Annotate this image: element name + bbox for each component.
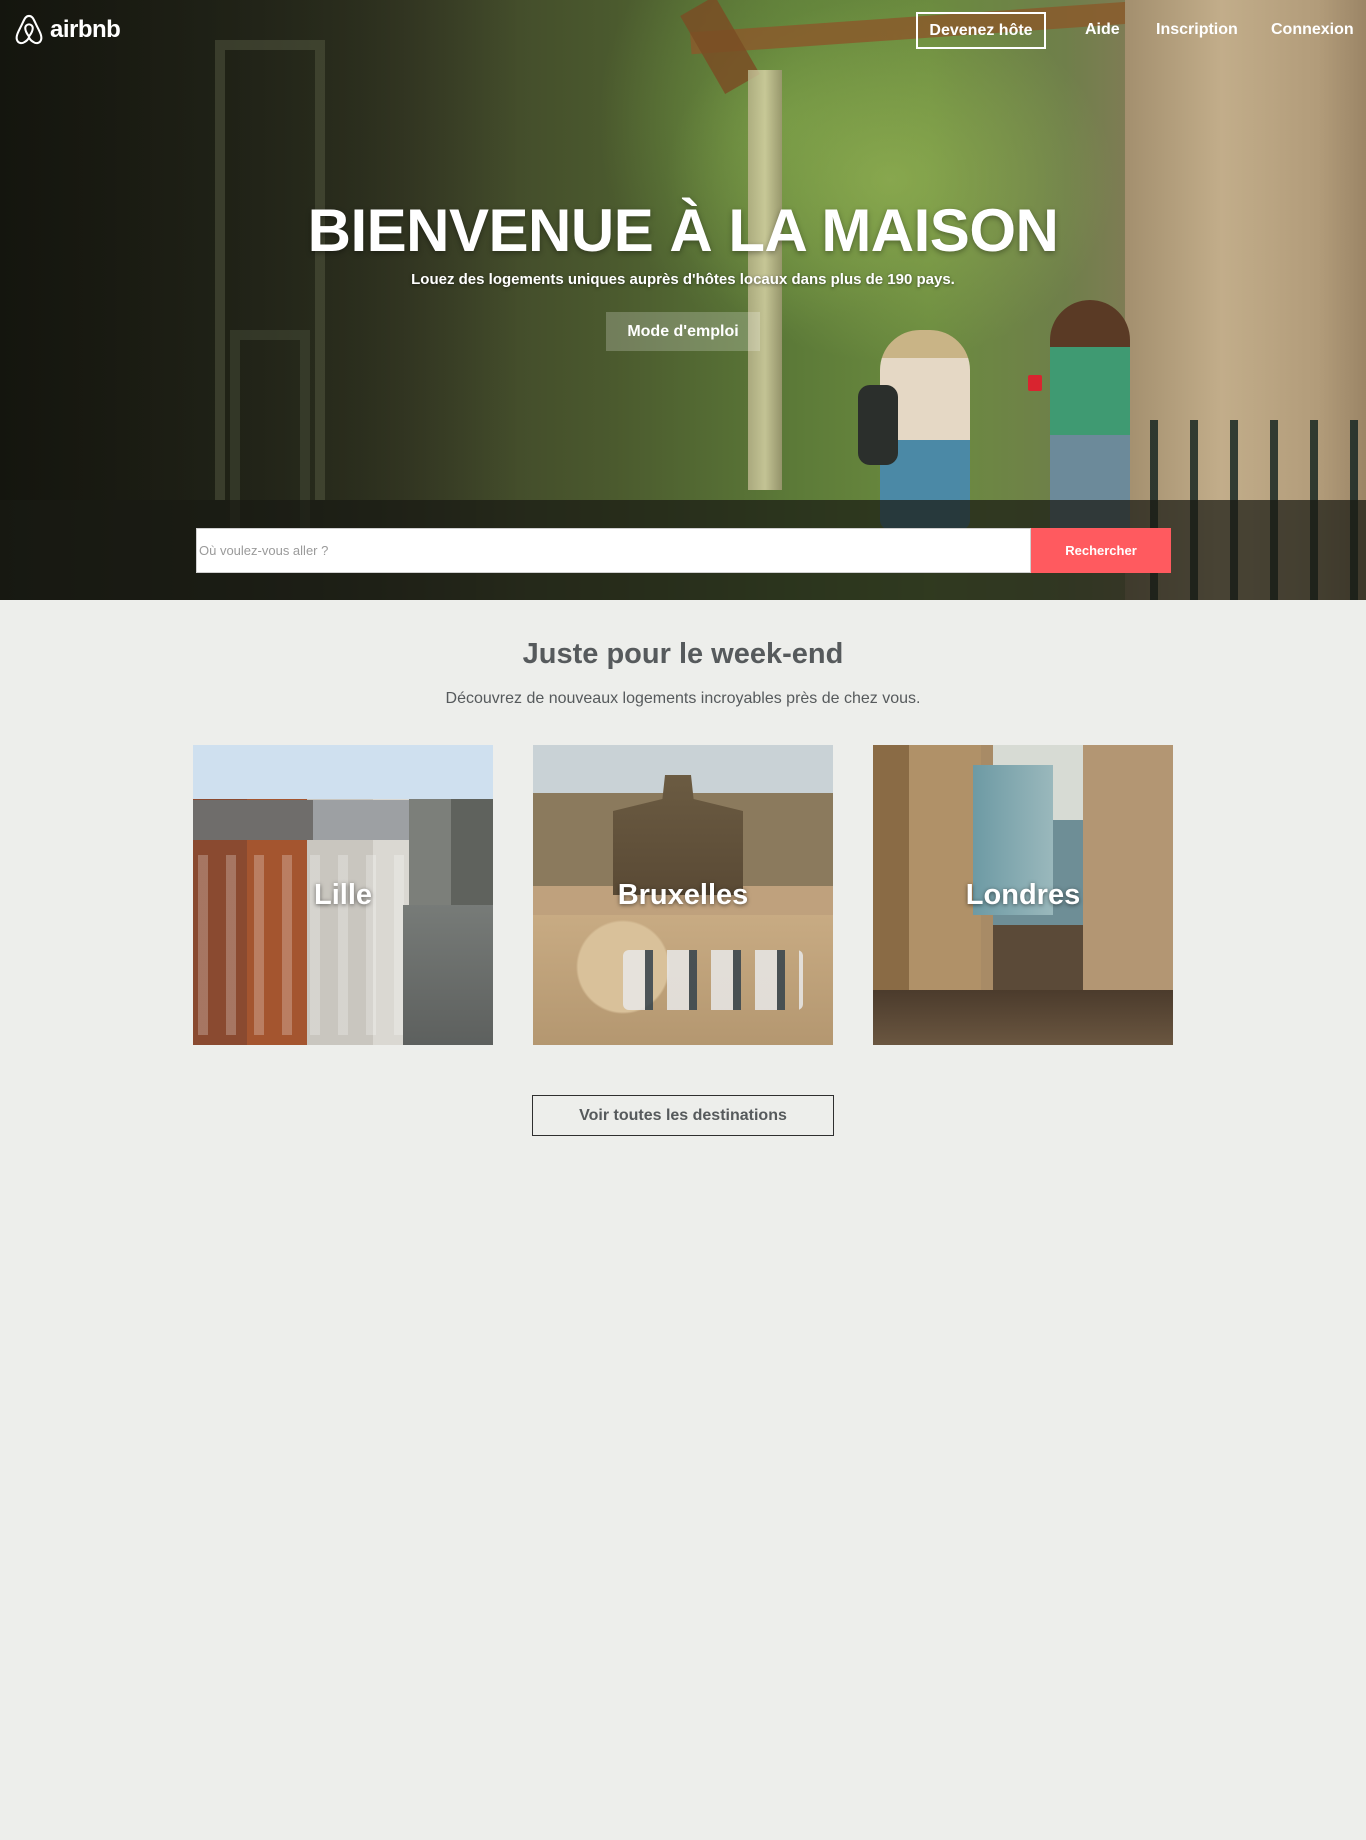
hero-cup — [1028, 375, 1042, 391]
weekend-section-title: Juste pour le week-end — [522, 638, 844, 670]
destination-card-bruxelles[interactable]: Bruxelles — [533, 745, 833, 1045]
nav-login-link[interactable]: Connexion — [1271, 21, 1354, 39]
hero-subtitle: Louez des logements uniques auprès d'hôt… — [411, 271, 955, 288]
destination-name: Bruxelles — [617, 878, 749, 911]
destination-name: Lille — [313, 878, 372, 911]
airbnb-logo[interactable]: airbnb — [14, 14, 121, 46]
hero-title: BIENVENUE À LA MAISON — [307, 197, 1059, 264]
brand-name: airbnb — [50, 16, 121, 43]
hero-backpack — [858, 385, 898, 465]
destination-search-input[interactable]: Où voulez-vous aller ? — [196, 528, 1031, 573]
destination-card-londres[interactable]: Londres — [873, 745, 1173, 1045]
search-bar: Où voulez-vous aller ? Rechercher — [0, 500, 1366, 600]
airbnb-belo-icon — [15, 14, 43, 45]
top-navigation: airbnb Devenez hôte Aide Inscription Con… — [0, 0, 1366, 62]
nav-signup-link[interactable]: Inscription — [1156, 21, 1238, 39]
destination-name: Londres — [965, 878, 1081, 911]
become-host-button[interactable]: Devenez hôte — [916, 12, 1046, 49]
search-button[interactable]: Rechercher — [1031, 528, 1171, 573]
destination-card-lille[interactable]: Lille — [193, 745, 493, 1045]
weekend-section-subtitle: Découvrez de nouveaux logements incroyab… — [445, 690, 921, 707]
see-all-destinations-button[interactable]: Voir toutes les destinations — [532, 1095, 834, 1136]
hero-banner: airbnb Devenez hôte Aide Inscription Con… — [0, 0, 1366, 600]
nav-help-link[interactable]: Aide — [1085, 21, 1120, 39]
how-it-works-button[interactable]: Mode d'emploi — [606, 312, 760, 351]
